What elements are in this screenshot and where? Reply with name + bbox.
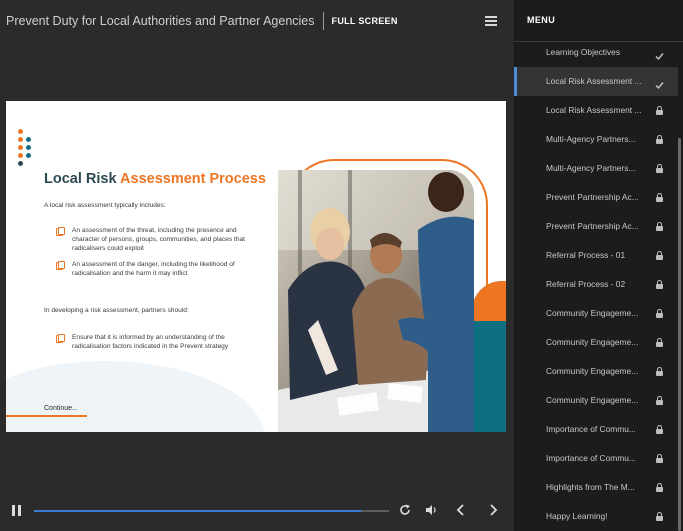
bullet-danger: An assessment of the danger, including t… [72,261,235,278]
menu-item[interactable]: Learning Objectives [514,38,678,67]
menu-item-label: Happy Learning! [546,511,608,521]
progress-bar[interactable] [34,510,389,512]
menu-item-label: Learning Objectives [546,47,621,57]
menu-item[interactable]: Prevent Partnership Ac... [514,212,678,241]
slide-canvas: Local Risk Assessment Process A local ri… [6,101,506,432]
menu-item[interactable]: Community Engageme... [514,386,678,415]
lock-icon [655,135,664,144]
team-meeting-photo [278,170,474,432]
lock-icon [655,367,664,376]
bullet-radicalisation: Ensure that it is informed by an underst… [72,334,229,351]
menu-item[interactable]: Local Risk Assessment ... [514,96,678,125]
lock-icon [655,425,664,434]
menu-item-label: Highlights from The M... [546,482,635,492]
menu-item-label: Multi-Agency Partners... [546,134,636,144]
menu-title: MENU [527,15,556,25]
lock-icon [655,483,664,492]
lock-icon [655,222,664,231]
top-bar: Prevent Duty for Local Authorities and P… [0,0,514,42]
menu-item[interactable]: Prevent Partnership Ac... [514,183,678,212]
progress-fill [34,510,361,512]
menu-list: Learning Objectives Local Risk Assessment… [514,38,683,531]
bullet-threat: An assessment of the threat, including t… [72,227,245,253]
menu-item-label: Importance of Commu... [546,453,636,463]
menu-item-label: Community Engageme... [546,395,639,405]
menu-item-label: Importance of Commu... [546,424,636,434]
lock-icon [655,309,664,318]
menu-item[interactable]: Community Engageme... [514,328,678,357]
menu-item-label: Community Engageme... [546,366,639,376]
bullet-icon [56,226,65,236]
intro-text: A local risk assessment typically includ… [44,202,166,209]
menu-item-label: Community Engageme... [546,337,639,347]
menu-item-label: Referral Process - 02 [546,279,626,289]
partners-text: In developing a risk assessment, partner… [44,307,189,314]
menu-item-label: Local Risk Assessment ... [546,76,642,86]
menu-item-label: Local Risk Assessment ... [546,105,642,115]
replay-icon[interactable] [398,503,412,522]
volume-icon[interactable] [425,503,439,522]
course-player: Prevent Duty for Local Authorities and P… [0,0,683,531]
menu-item[interactable]: Multi-Agency Partners... [514,125,678,154]
lock-icon [655,280,664,289]
menu-item-label: Prevent Partnership Ac... [546,221,639,231]
lock-icon [655,251,664,260]
continue-link[interactable]: Continue... [44,405,78,412]
menu-item[interactable]: Local Risk Assessment ... [514,67,678,96]
menu-item-label: Referral Process - 01 [546,250,626,260]
lock-icon [655,454,664,463]
course-title: Prevent Duty for Local Authorities and P… [6,14,315,28]
menu-item-label: Prevent Partnership Ac... [546,192,639,202]
menu-item[interactable]: Multi-Agency Partners... [514,154,678,183]
bullet-icon [56,260,65,270]
continue-underline [6,415,87,417]
menu-item[interactable]: Community Engageme... [514,357,678,386]
menu-item[interactable]: Highlights from The M... [514,473,678,502]
bullet-icon [56,333,65,343]
side-menu: MENU Learning Objectives Local Risk Asses… [514,0,683,531]
menu-item[interactable]: Referral Process - 02 [514,270,678,299]
menu-scrollbar[interactable] [678,138,681,531]
lock-icon [655,164,664,173]
slide-title-main: Local Risk [44,171,121,187]
checkmark-icon [655,48,664,61]
pause-icon[interactable] [12,505,22,516]
header-divider [322,12,324,30]
previous-icon[interactable] [455,503,467,522]
fullscreen-button[interactable]: FULL SCREEN [332,16,398,26]
slide-title-accent: Assessment Process [120,171,266,187]
checkmark-icon [655,77,664,90]
lock-icon [655,512,664,521]
menu-item-label: Community Engageme... [546,308,639,318]
menu-item-label: Multi-Agency Partners... [546,163,636,173]
menu-item[interactable]: Importance of Commu... [514,444,678,473]
lock-icon [655,106,664,115]
lock-icon [655,338,664,347]
lock-icon [655,193,664,202]
hamburger-icon[interactable] [485,16,497,26]
lock-icon [655,396,664,405]
playback-controls [0,497,514,527]
menu-item[interactable]: Referral Process - 01 [514,241,678,270]
slide-title: Local Risk Assessment Process [44,171,266,187]
background-wave [6,361,266,432]
menu-item[interactable]: Importance of Commu... [514,415,678,444]
menu-item[interactable]: Happy Learning! [514,502,678,531]
next-icon[interactable] [487,503,499,522]
menu-item[interactable]: Community Engageme... [514,299,678,328]
